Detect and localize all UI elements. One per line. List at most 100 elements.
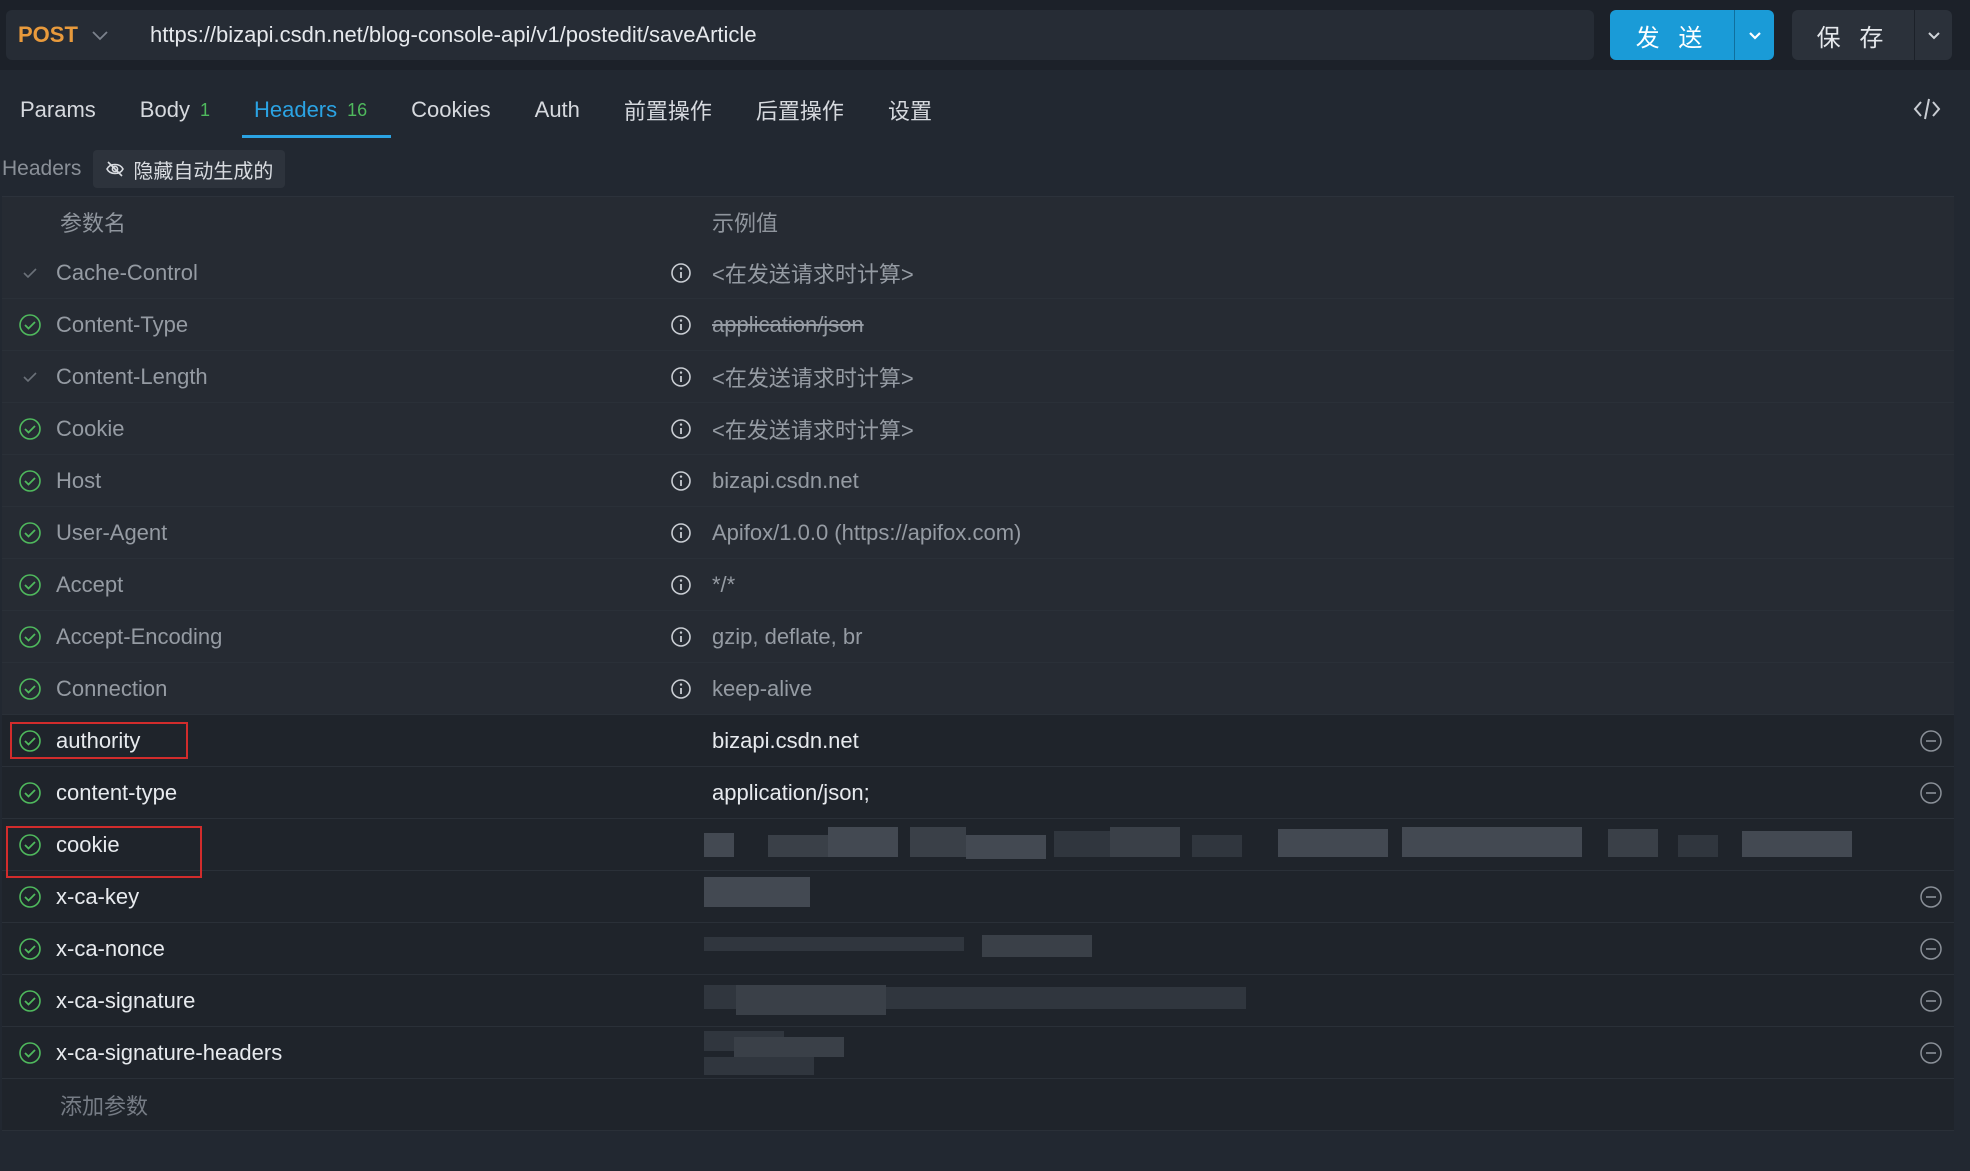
row-checkbox[interactable] xyxy=(2,417,56,441)
header-name-input[interactable]: x-ca-signature-headers xyxy=(56,1040,670,1066)
headers-table: 参数名 示例值 Cache-Control <在发送请求时计算> Content… xyxy=(2,196,1954,1131)
header-name-input[interactable]: content-type xyxy=(56,780,670,806)
table-row: Cookie <在发送请求时计算> xyxy=(2,403,1954,455)
table-row: x-ca-signature-headers xyxy=(2,1027,1954,1079)
row-checkbox[interactable] xyxy=(2,267,56,279)
save-options-button[interactable] xyxy=(1914,10,1952,60)
table-header: 参数名 示例值 xyxy=(2,197,1954,247)
info-icon[interactable] xyxy=(670,262,692,284)
tab-label: Body xyxy=(140,97,190,123)
info-icon[interactable] xyxy=(670,678,692,700)
remove-circle-icon[interactable] xyxy=(1919,1041,1943,1065)
remove-circle-icon[interactable] xyxy=(1919,781,1943,805)
row-checkbox[interactable] xyxy=(2,469,56,493)
row-checkbox[interactable] xyxy=(2,313,56,337)
add-parameter-row[interactable]: 添加参数 xyxy=(2,1079,1954,1131)
tab-label: Auth xyxy=(535,97,580,123)
info-icon[interactable] xyxy=(670,314,692,336)
table-row: x-ca-nonce xyxy=(2,923,1954,975)
header-name: Cache-Control xyxy=(56,260,670,286)
redacted-block xyxy=(734,1037,844,1057)
remove-circle-icon[interactable] xyxy=(1919,729,1943,753)
header-value: */* xyxy=(712,559,1954,610)
info-icon[interactable] xyxy=(670,418,692,440)
row-checkbox[interactable] xyxy=(2,625,56,649)
tab-headers[interactable]: Headers 16 xyxy=(254,80,367,140)
table-row: x-ca-key xyxy=(2,871,1954,923)
row-checkbox[interactable] xyxy=(2,677,56,701)
eye-off-icon xyxy=(105,160,125,178)
header-name-input[interactable]: x-ca-signature xyxy=(56,988,670,1014)
redacted-block xyxy=(1278,829,1388,857)
header-value-input[interactable] xyxy=(712,871,1908,922)
check-icon xyxy=(22,267,38,279)
chevron-down-icon xyxy=(1748,31,1762,40)
info-icon[interactable] xyxy=(670,626,692,648)
header-name-input[interactable]: x-ca-nonce xyxy=(56,936,670,962)
row-checkbox[interactable] xyxy=(2,1041,56,1065)
tab-label: Params xyxy=(20,97,96,123)
header-value-input[interactable] xyxy=(712,819,1908,870)
chevron-down-icon xyxy=(92,25,108,46)
tab-params[interactable]: Params xyxy=(20,80,96,140)
header-value: <在发送请求时计算> xyxy=(712,247,1954,298)
tab-cookies[interactable]: Cookies xyxy=(411,80,490,140)
remove-circle-icon[interactable] xyxy=(1919,937,1943,961)
send-options-button[interactable] xyxy=(1734,10,1774,60)
redacted-block xyxy=(704,833,734,857)
check-circle-icon xyxy=(18,729,42,753)
hide-auto-generated-button[interactable]: 隐藏自动生成的 xyxy=(93,150,285,188)
redacted-block xyxy=(982,935,1092,957)
redacted-block xyxy=(736,985,886,1015)
remove-circle-icon[interactable] xyxy=(1919,885,1943,909)
headers-section-label: Headers xyxy=(2,157,81,181)
tab-body[interactable]: Body 1 xyxy=(140,80,210,140)
header-value-input[interactable] xyxy=(712,1027,1908,1078)
url-input[interactable]: https://bizapi.csdn.net/blog-console-api… xyxy=(136,22,757,48)
tab-post-request[interactable]: 后置操作 xyxy=(756,80,844,140)
row-checkbox[interactable] xyxy=(2,937,56,961)
tab-pre-request[interactable]: 前置操作 xyxy=(624,80,712,140)
save-button[interactable]: 保 存 xyxy=(1792,10,1914,60)
tab-settings[interactable]: 设置 xyxy=(888,80,932,140)
row-checkbox[interactable] xyxy=(2,989,56,1013)
chevron-down-icon xyxy=(1927,31,1941,40)
info-icon[interactable] xyxy=(670,366,692,388)
info-icon[interactable] xyxy=(670,522,692,544)
header-value-input[interactable] xyxy=(712,923,1908,974)
header-value-input[interactable] xyxy=(712,975,1908,1026)
header-name-input[interactable]: cookie xyxy=(56,832,670,858)
remove-circle-icon[interactable] xyxy=(1919,989,1943,1013)
tab-label: 后置操作 xyxy=(756,94,844,126)
send-button[interactable]: 发 送 xyxy=(1610,10,1734,60)
redacted-block xyxy=(828,827,898,857)
tab-auth[interactable]: Auth xyxy=(535,80,580,140)
column-header-value: 示例值 xyxy=(712,206,778,238)
tab-label: Cookies xyxy=(411,97,490,123)
table-row: x-ca-signature xyxy=(2,975,1954,1027)
info-icon[interactable] xyxy=(670,470,692,492)
redacted-block xyxy=(1608,829,1658,857)
redacted-block xyxy=(768,835,828,857)
table-row: Accept-Encoding gzip, deflate, br xyxy=(2,611,1954,663)
row-checkbox[interactable] xyxy=(2,885,56,909)
header-name-input[interactable]: authority xyxy=(56,728,670,754)
row-checkbox[interactable] xyxy=(2,371,56,383)
row-checkbox[interactable] xyxy=(2,521,56,545)
row-checkbox[interactable] xyxy=(2,573,56,597)
header-value-input[interactable]: application/json; xyxy=(712,767,1908,818)
info-icon[interactable] xyxy=(670,574,692,596)
tab-count-badge: 16 xyxy=(347,100,367,121)
code-icon[interactable] xyxy=(1912,94,1942,124)
check-circle-icon xyxy=(18,937,42,961)
header-name-input[interactable]: x-ca-key xyxy=(56,884,670,910)
header-value-input[interactable]: bizapi.csdn.net xyxy=(712,715,1908,766)
row-checkbox[interactable] xyxy=(2,833,56,857)
table-row: Host bizapi.csdn.net xyxy=(2,455,1954,507)
header-name: Accept xyxy=(56,572,670,598)
row-checkbox[interactable] xyxy=(2,781,56,805)
row-checkbox[interactable] xyxy=(2,729,56,753)
header-value: <在发送请求时计算> xyxy=(712,403,1954,454)
method-select[interactable]: POST xyxy=(6,10,136,60)
redacted-block xyxy=(1054,831,1110,857)
